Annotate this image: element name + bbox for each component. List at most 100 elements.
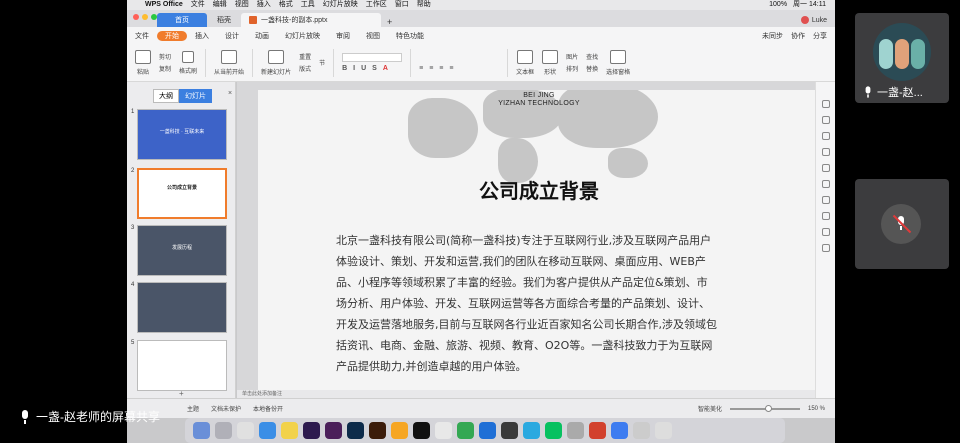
wps-icon[interactable] (589, 422, 606, 439)
find-button[interactable]: 查找 替换 (586, 52, 598, 73)
select-pane-button[interactable]: 选择窗格 (606, 49, 630, 76)
theme-status[interactable]: 主题 (187, 404, 199, 413)
menu-item[interactable]: 插入 (187, 31, 217, 41)
illustrator-icon[interactable] (369, 422, 386, 439)
layout-button[interactable]: 重置 版式 (299, 52, 311, 73)
properties-icon[interactable] (821, 100, 830, 108)
trash-icon[interactable] (655, 422, 672, 439)
crop-icon[interactable] (821, 180, 830, 188)
shape-button[interactable]: 形状 (542, 49, 559, 76)
picture-button[interactable]: 图片 排列 (566, 52, 578, 73)
slide-thumbnail[interactable] (137, 340, 227, 391)
star-icon[interactable] (821, 196, 830, 204)
bold-icon[interactable]: B (342, 65, 347, 72)
tab-document[interactable]: 一盏科技-的副本.pptx (241, 13, 381, 27)
menubar-item[interactable]: 插入 (253, 0, 275, 10)
menubar-item[interactable]: 格式 (275, 0, 297, 10)
app-icon[interactable] (633, 422, 650, 439)
battery-percent[interactable]: 100% (766, 0, 790, 10)
menu-item[interactable]: 开始 (157, 30, 187, 41)
align-right-icon[interactable]: ≡ (439, 65, 443, 72)
tab-home[interactable]: 首页 (157, 13, 207, 27)
menu-item[interactable]: 特色功能 (388, 31, 432, 41)
after-effects-icon[interactable] (303, 422, 320, 439)
menubar-item[interactable]: 工具 (297, 0, 319, 10)
doc-icon[interactable] (821, 244, 830, 252)
tab-outline[interactable]: 大纲 (153, 89, 179, 103)
layers-icon[interactable] (821, 212, 830, 220)
launchpad-icon[interactable] (215, 422, 232, 439)
chrome-icon[interactable] (457, 422, 474, 439)
animation-icon[interactable] (821, 164, 830, 172)
menubar-item[interactable]: 窗口 (391, 0, 413, 10)
align-center-icon[interactable]: ≡ (429, 65, 433, 72)
menu-item[interactable]: 动画 (247, 31, 277, 41)
slide-thumbnail-selected[interactable]: 公司成立背景 (137, 168, 227, 219)
menubar-clock[interactable]: 周一 14:11 (790, 0, 829, 10)
app-icon[interactable] (523, 422, 540, 439)
slide-thumbnail[interactable] (137, 282, 227, 333)
calendar-icon[interactable] (237, 422, 254, 439)
current-slide[interactable]: BEI JING YIZHAN TECHNOLOGY 公司成立背景 北京一盏科技… (258, 90, 820, 390)
app-icon[interactable] (501, 422, 518, 439)
menubar-item[interactable]: 幻灯片放映 (319, 0, 362, 10)
menu-item[interactable]: 设计 (217, 31, 247, 41)
safari-icon[interactable] (259, 422, 276, 439)
new-slide-button[interactable]: 新建幻灯片 (261, 49, 291, 76)
section-button[interactable]: 节 (319, 58, 325, 67)
cut-button[interactable]: 剪切 复制 (159, 52, 171, 73)
wechat-icon[interactable] (545, 422, 562, 439)
menu-item[interactable]: 审阅 (328, 31, 358, 41)
align-left-icon[interactable]: ≡ (419, 65, 423, 72)
participant-video-tile[interactable]: 一盏-赵... (855, 13, 949, 103)
menubar-item[interactable]: 帮助 (413, 0, 435, 10)
format-painter-button[interactable]: 格式刷 (179, 50, 197, 75)
doc-protect-status[interactable]: 文档未保护 (211, 404, 241, 413)
play-from-current-button[interactable]: 从当前开始 (214, 49, 244, 76)
fill-icon[interactable] (821, 132, 830, 140)
slide-title[interactable]: 公司成立背景 (258, 175, 820, 204)
menu-file[interactable]: 文件 (127, 31, 157, 41)
app-icon[interactable] (479, 422, 496, 439)
close-window-icon[interactable] (133, 14, 139, 20)
list-controls[interactable] (419, 53, 499, 62)
history-icon[interactable] (821, 228, 830, 236)
collab-button[interactable]: 协作 (791, 31, 805, 41)
slide-thumbnail[interactable]: 发展历程 (137, 225, 227, 276)
app-icon[interactable] (611, 422, 628, 439)
close-icon[interactable]: × (228, 90, 232, 97)
minimize-window-icon[interactable] (142, 14, 148, 20)
zoom-window-icon[interactable] (151, 14, 157, 20)
style-icon[interactable] (821, 116, 830, 124)
add-slide-icon[interactable]: + (179, 389, 184, 398)
tab-template[interactable]: 稻壳 (209, 13, 239, 27)
copy-label[interactable]: 复制 (159, 64, 171, 73)
zoom-slider[interactable] (729, 404, 800, 412)
new-tab-plus-icon[interactable]: + (387, 17, 392, 27)
notes-icon[interactable] (281, 422, 298, 439)
share-button[interactable]: 分享 (813, 31, 827, 41)
slide-body-text[interactable]: 北京一盏科技有限公司(简称一盏科技)专注于互联网行业,涉及互联网产品用户体验设计… (336, 230, 718, 377)
menubar-item[interactable]: 视图 (231, 0, 253, 10)
justify-icon[interactable]: ≡ (449, 65, 453, 72)
xd-icon[interactable] (325, 422, 342, 439)
app-icon[interactable] (567, 422, 584, 439)
user-account[interactable]: Luke (800, 13, 827, 27)
smart-beautify-button[interactable]: 智能美化 (698, 404, 722, 413)
finder-icon[interactable] (193, 422, 210, 439)
shape-tool-icon[interactable] (821, 148, 830, 156)
photoshop-icon[interactable] (347, 422, 364, 439)
font-family-select[interactable] (342, 53, 403, 62)
mute-button[interactable] (881, 204, 921, 244)
menubar-item[interactable]: 编辑 (209, 0, 231, 10)
italic-icon[interactable]: I (353, 65, 355, 72)
notes-area[interactable]: 单击此处添加备注 (237, 390, 815, 398)
underline-icon[interactable]: U (361, 65, 366, 72)
zoom-slider-handle[interactable] (764, 404, 772, 412)
sync-status[interactable]: 未同步 (762, 31, 783, 41)
menu-item[interactable]: 视图 (358, 31, 388, 41)
arrange-label[interactable]: 排列 (566, 64, 578, 73)
self-video-tile[interactable] (855, 179, 949, 269)
slide-thumbnail[interactable]: 一盏科技 · 互联未来 (137, 109, 227, 160)
textbox-button[interactable]: 文本框 (516, 49, 534, 76)
